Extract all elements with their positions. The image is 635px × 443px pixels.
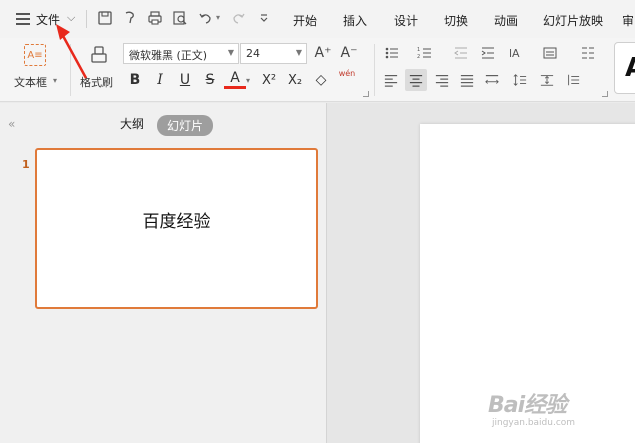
paragraph-dialog-launcher-icon[interactable] [602,91,608,97]
font-family-value: 微软雅黑 (正文) [129,49,208,62]
justify-icon[interactable] [456,69,478,91]
print-preview-icon[interactable] [171,9,189,27]
font-color-button[interactable]: A [224,69,246,89]
menu-bar: 文件 ⌵ ▾ 开始 插入 设计 切换 动画 幻灯片放映 审 [0,0,635,38]
bullet-list-icon[interactable] [382,43,402,63]
text-direction-icon[interactable]: lA [506,43,526,63]
undo-dropdown-icon[interactable]: ▾ [216,13,220,22]
smart-spacing-icon[interactable] [562,69,584,91]
svg-text:2: 2 [417,54,420,60]
font-size-value: 24 [246,47,260,60]
baidu-watermark-logo: Bai经验 jingyan.baidu.com [480,375,630,435]
paragraph-spacing-icon[interactable] [536,69,558,91]
align-right-icon[interactable] [431,69,453,91]
collapse-pane-icon[interactable]: « [8,117,15,131]
watermark-url: jingyan.baidu.com [492,418,576,428]
slide-navigation-pane: « 大纲 幻灯片 1 百度经验 [0,103,326,443]
chevron-down-icon: ▼ [295,48,302,57]
numbered-list-icon[interactable]: 12 [415,43,435,63]
font-size-select[interactable]: 24 ▼ [240,43,307,64]
tab-slides[interactable]: 幻灯片 [157,115,214,136]
bold-button[interactable]: B [124,69,146,91]
font-dialog-launcher-icon[interactable] [363,91,369,97]
decrease-indent-icon[interactable] [451,43,471,63]
tab-home[interactable]: 开始 [293,12,317,29]
customize-toolbar-icon[interactable] [255,9,273,27]
strikethrough-button[interactable]: S [199,69,221,91]
tab-outline[interactable]: 大纲 [120,115,144,132]
increase-indent-icon[interactable] [478,43,498,63]
distribute-icon[interactable] [481,69,503,91]
slide-number: 1 [22,158,30,171]
tab-review[interactable]: 审 [622,12,634,29]
ribbon-toolbar: A≡ 文本框 ▾ 格式刷 微软雅黑 (正文) ▼ 24 ▼ A⁺ A⁻ B I … [0,38,635,102]
eraser-icon[interactable]: ◇ [310,69,332,91]
align-text-icon[interactable] [540,43,560,63]
slide-thumbnail[interactable]: 百度经验 [35,148,318,309]
svg-text:lA: lA [509,47,520,60]
grow-font-button[interactable]: A⁺ [313,43,333,63]
hamburger-menu-icon[interactable] [16,13,30,25]
tab-animations[interactable]: 动画 [494,12,518,29]
slide-thumbnail-title: 百度经验 [142,212,211,232]
style-preview-text: A [625,53,635,83]
tab-insert[interactable]: 插入 [343,12,367,29]
save-icon[interactable] [96,9,114,27]
svg-text:1: 1 [417,47,420,53]
font-family-select[interactable]: 微软雅黑 (正文) ▼ [123,43,239,64]
redo-icon[interactable] [229,9,247,27]
textbox-icon[interactable]: A≡ [24,44,46,66]
text-style-gallery[interactable]: A [614,42,635,94]
tab-design[interactable]: 设计 [394,12,418,29]
line-spacing-icon[interactable] [509,69,531,91]
columns-icon[interactable] [578,43,598,63]
underline-button[interactable]: U [174,69,196,91]
superscript-button[interactable]: X² [258,69,280,91]
watermark-logo-text: Bai经验 [488,393,567,418]
align-left-icon[interactable] [380,69,402,91]
phonetic-guide-button[interactable]: wén [336,69,358,91]
shrink-font-button[interactable]: A⁻ [339,43,359,63]
format-brush-icon[interactable] [121,9,139,27]
subscript-button[interactable]: X₂ [284,69,306,91]
textbox-button[interactable]: 文本框 [14,74,47,90]
tab-slideshow[interactable]: 幻灯片放映 [543,12,603,29]
align-center-icon[interactable] [405,69,427,91]
print-icon[interactable] [146,9,164,27]
undo-icon[interactable] [197,9,215,27]
tab-transitions[interactable]: 切换 [444,12,468,29]
annotation-arrow-icon [56,24,88,79]
divider [374,44,375,96]
chevron-down-icon: ▼ [227,48,234,57]
font-color-dropdown-icon[interactable]: ▾ [246,76,250,85]
italic-button[interactable]: I [149,69,171,91]
